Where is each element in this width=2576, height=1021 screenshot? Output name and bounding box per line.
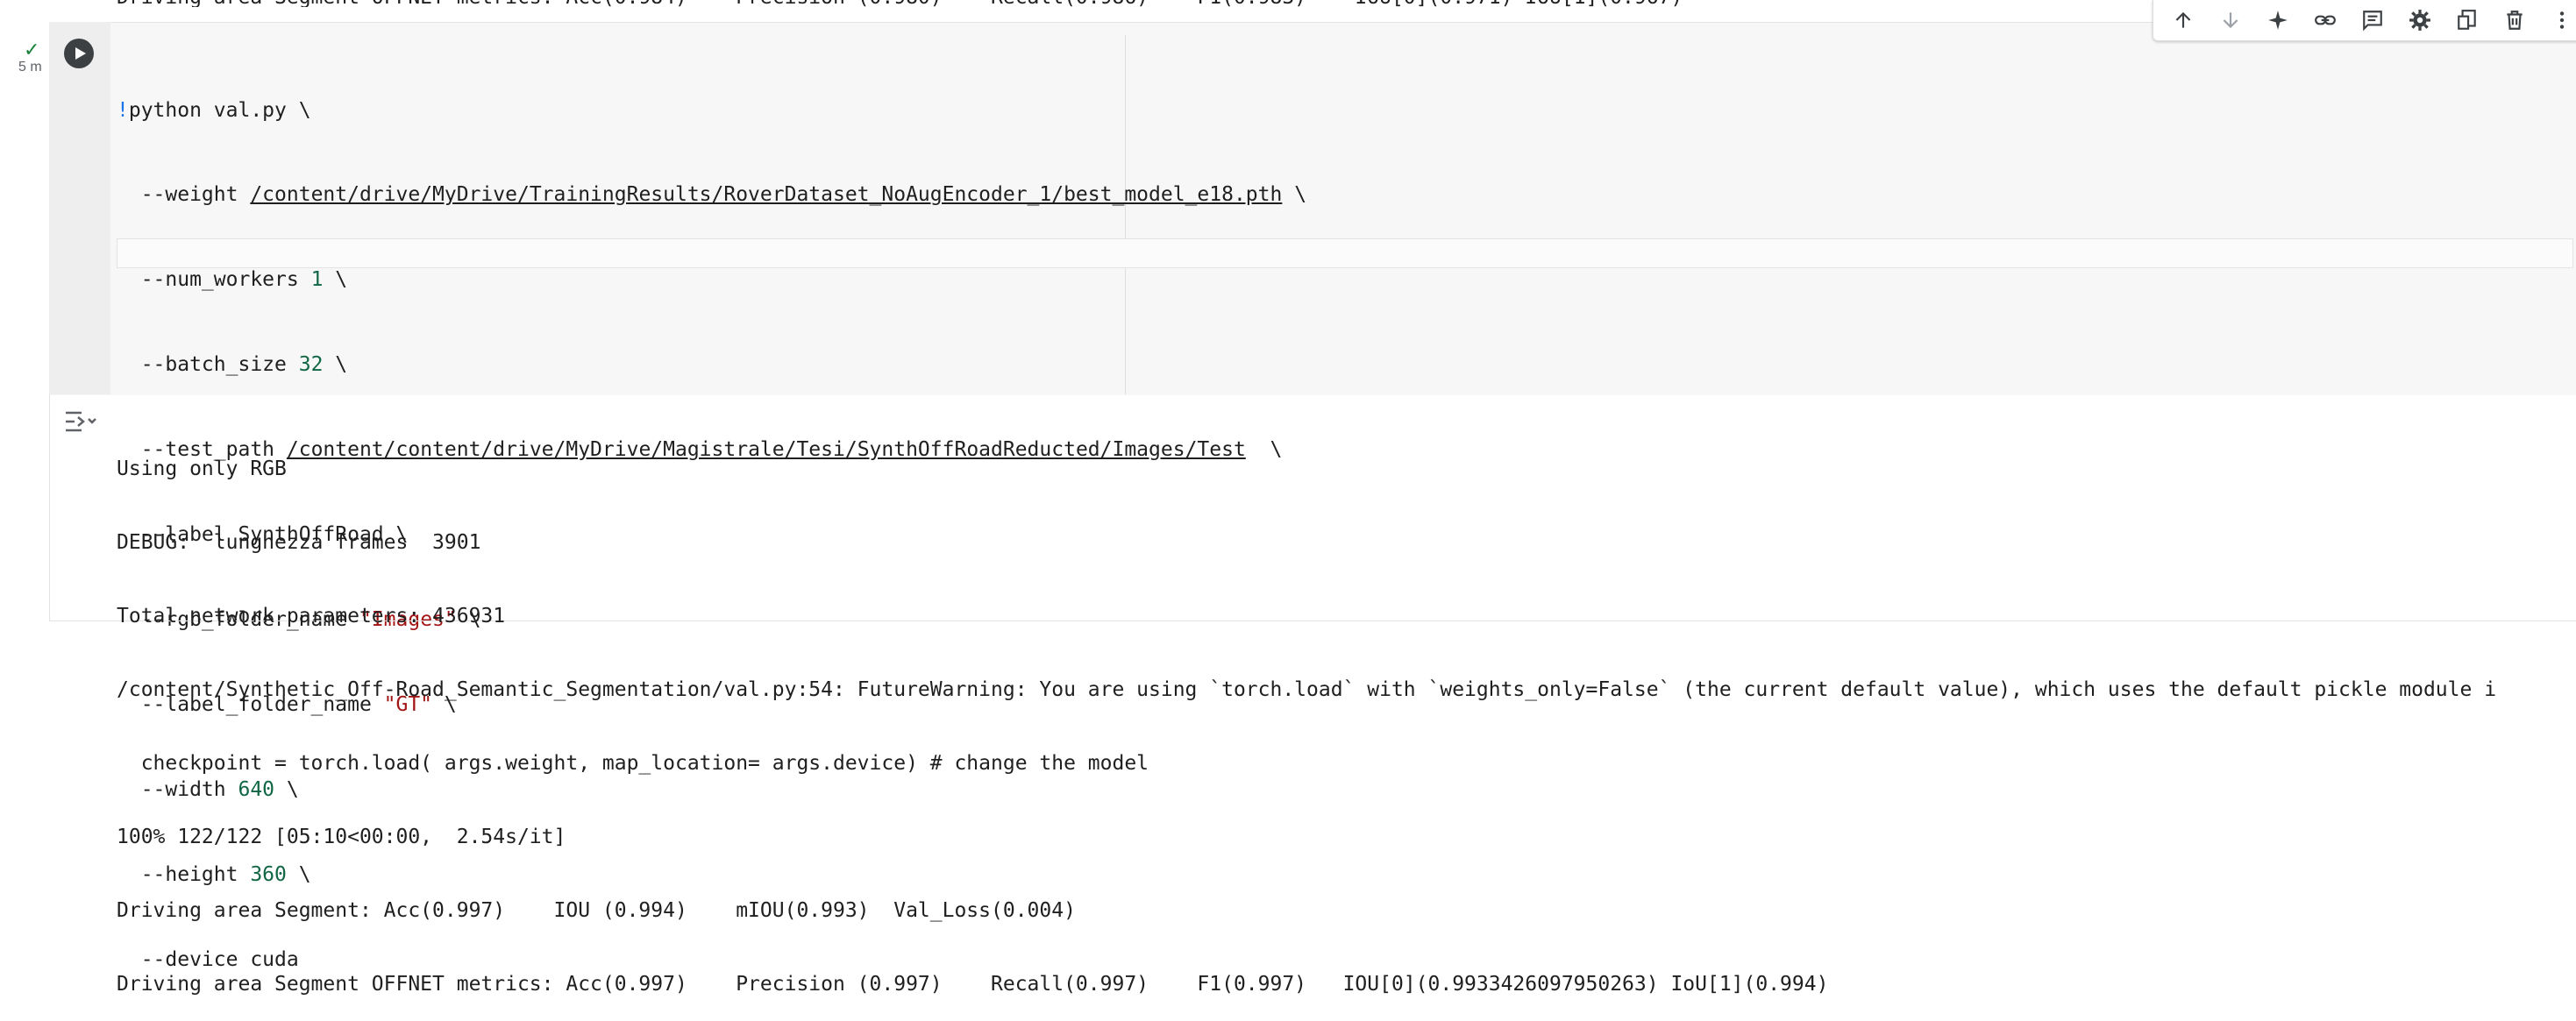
- code-cell-gutter: [49, 22, 110, 394]
- output-line: Driving area Segment: Acc(0.997) IOU (0.…: [117, 899, 1076, 922]
- run-cell-button[interactable]: [64, 39, 94, 68]
- output-line: Driving area Segment OFFNET metrics: Acc…: [117, 973, 1829, 996]
- code-line: --weight /content/drive/MyDrive/Training…: [117, 181, 1306, 209]
- code-text: --batch_size: [117, 353, 299, 377]
- output-line: DEBUG: lunghezza frames 3901: [117, 531, 481, 554]
- output-line: Total network parameters: 436931: [117, 605, 506, 627]
- output-line: /content/Synthetic_Off-Road_Semantic_Seg…: [117, 678, 2497, 701]
- mirror-cell-icon[interactable]: [2446, 1, 2488, 39]
- execution-success-icon: ✓: [24, 39, 40, 60]
- execution-time-label: 5 m: [18, 60, 42, 74]
- output-actions-icon[interactable]: [64, 408, 99, 438]
- previous-cell-output: Driving area Segment OFFNET metrics: Acc…: [117, 0, 1683, 7]
- code-text: python val.py \: [128, 98, 311, 122]
- code-text: \: [323, 268, 348, 292]
- shell-bang: !: [117, 98, 129, 122]
- code-number: 32: [298, 353, 324, 377]
- link-icon[interactable]: [2304, 1, 2346, 39]
- path-link[interactable]: /content/drive/MyDrive/TrainingResults/R…: [250, 183, 1282, 206]
- arrow-down-icon[interactable]: [2210, 1, 2252, 39]
- trash-icon[interactable]: [2494, 1, 2536, 39]
- code-text: \: [323, 353, 348, 377]
- cell-toolbar: [2153, 0, 2576, 41]
- code-line: --num_workers 1 \: [117, 266, 1306, 294]
- arrow-up-icon[interactable]: [2162, 1, 2204, 39]
- comment-icon[interactable]: [2352, 1, 2394, 39]
- cell-output: Using only RGB DEBUG: lunghezza frames 3…: [117, 408, 2496, 1021]
- output-line: Using only RGB: [117, 457, 287, 480]
- code-line: --batch_size 32 \: [117, 351, 1306, 379]
- code-line: !python val.py \: [117, 96, 1306, 124]
- output-line: checkpoint = torch.load( args.weight, ma…: [117, 752, 1149, 775]
- code-number: 1: [310, 268, 324, 292]
- sparkle-icon[interactable]: [2257, 1, 2299, 39]
- output-line: 100% 122/122 [05:10<00:00, 2.54s/it]: [117, 826, 566, 848]
- gear-icon[interactable]: [2399, 1, 2441, 39]
- code-text: \: [1282, 183, 1307, 207]
- more-vert-icon[interactable]: [2541, 1, 2576, 39]
- code-text: --weight: [117, 183, 251, 207]
- code-text: --num_workers: [117, 268, 311, 292]
